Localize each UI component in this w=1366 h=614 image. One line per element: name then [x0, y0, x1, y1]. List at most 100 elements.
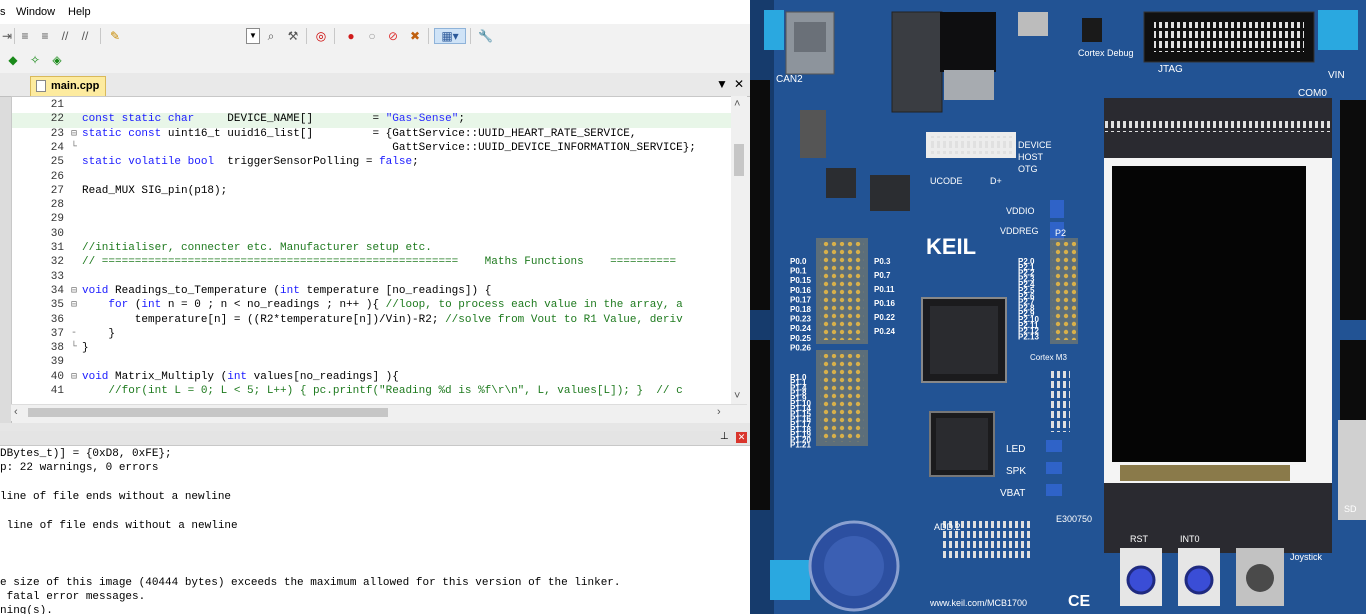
toolbar-separator	[14, 28, 15, 44]
keil-logo: KEIL	[926, 234, 976, 259]
indent-decrease-icon[interactable]: ≡	[38, 29, 52, 43]
code-line[interactable]: 28	[12, 199, 732, 213]
comment-icon[interactable]: //	[58, 29, 72, 43]
code-line[interactable]: 34 ⊟ void Readings_to_Temperature (int tem…	[12, 285, 732, 299]
output-line: fatal error messages.	[0, 591, 146, 603]
code-text: void Readings_to_Temperature (int temper…	[82, 284, 492, 297]
configure-icon[interactable]: 🔧	[478, 29, 493, 43]
breakpoint-icon[interactable]: ●	[344, 29, 358, 43]
line-number: 29	[50, 213, 64, 226]
code-line[interactable]: 35 ⊟ for (int n = 0 ; n < no_readings ; n…	[12, 299, 732, 313]
build-toolbar: ◆ ✧ ◈	[0, 48, 750, 74]
disable-all-breakpoints-icon[interactable]: ⊘	[386, 29, 400, 43]
line-number: 36	[50, 313, 64, 326]
code-text: //for(int L = 0; L < 5; L++) { pc.printf…	[108, 385, 683, 397]
editor-horizontal-scrollbar[interactable]: ‹ ›	[11, 404, 747, 421]
pin-label: P0.17	[790, 295, 811, 304]
manage-components-icon[interactable]: ✧	[28, 53, 42, 67]
horizontal-scroll-thumb[interactable]	[28, 408, 388, 417]
select-packs-icon[interactable]: ◈	[50, 53, 64, 67]
code-text: void Matrix_Multiply (int values[no_read…	[82, 370, 399, 383]
indent-icon[interactable]: ⇥	[0, 29, 14, 43]
code-line[interactable]: 26	[12, 171, 732, 185]
scroll-down-icon[interactable]: ˅	[734, 390, 740, 402]
label-cortex-debug: Cortex Debug	[1078, 48, 1134, 58]
label-ce: CE	[1068, 593, 1091, 610]
pin-label: P0.1	[790, 267, 807, 276]
crystal-chip	[870, 175, 910, 211]
line-number: 22	[50, 113, 64, 126]
scroll-up-icon[interactable]: ˄	[734, 98, 740, 110]
code-text: }	[82, 342, 89, 355]
code-line[interactable]: 37- }	[12, 328, 732, 342]
find-combo-dropdown[interactable]: ▼	[246, 28, 260, 44]
target-options-icon[interactable]: ◆	[6, 53, 20, 67]
code-line[interactable]: 24 └ GattService::UUID_DEVICE_INFORMATION…	[12, 142, 732, 156]
code-line[interactable]: 21	[12, 99, 732, 113]
window-layout-icon[interactable]: ▦▾	[434, 28, 466, 44]
uncomment-icon[interactable]: //	[78, 29, 92, 43]
panel-splitter[interactable]	[0, 423, 750, 431]
find-in-files-icon[interactable]: ✎	[108, 29, 122, 43]
scroll-left-icon[interactable]: ‹	[14, 406, 18, 418]
code-line[interactable]: 36 temperature[n] = ((R2*temperature[n])…	[12, 314, 732, 328]
fold-marker-icon[interactable]: ⊟	[69, 299, 79, 311]
code-line[interactable]: 32 // ===================================…	[12, 256, 732, 270]
vertical-scroll-thumb[interactable]	[734, 144, 744, 176]
code-text: static volatile bool triggerSensorPollin…	[82, 156, 419, 169]
code-line[interactable]: 41 //for(int L = 0; L < 5; L++) { pc.pri…	[12, 385, 732, 399]
fold-marker-icon[interactable]: ⊟	[69, 128, 79, 140]
find-icon[interactable]: ⌕	[264, 29, 278, 43]
build-output-header: ⊥ ✕	[0, 431, 750, 446]
code-line[interactable]: 38 └}	[12, 342, 732, 356]
code-line[interactable]: 39	[12, 356, 732, 370]
code-line[interactable]: 25 static volatile bool triggerSensorPoll…	[12, 156, 732, 170]
editor-vertical-scrollbar[interactable]: ˄ ˅	[731, 96, 747, 406]
code-line[interactable]: 33	[12, 271, 732, 285]
code-line[interactable]: 27 Read_MUX SIG_pin(p18);	[12, 185, 732, 199]
scroll-right-icon[interactable]: ›	[717, 406, 721, 418]
ide-window: s Window Help ⇥ ≡ ≡ // // ✎ ▼ ⌕ ⚒ ◎ ● ○ …	[0, 0, 750, 614]
build-output[interactable]: DBytes_t)] = {0xD8, 0xFE}; p: 22 warnings…	[0, 446, 750, 614]
tab-main-cpp[interactable]: main.cpp	[30, 76, 106, 96]
line-number: 41	[50, 385, 64, 397]
code-text: GattService::UUID_DEVICE_INFORMATION_SER…	[82, 141, 696, 154]
code-line[interactable]: 30	[12, 228, 732, 242]
indent-increase-icon[interactable]: ≡	[18, 29, 32, 43]
code-editor[interactable]: 21 22 const static char DEVICE_NAME[] = "G…	[11, 96, 747, 420]
line-number: 33	[50, 270, 64, 283]
line-number: 25	[50, 156, 64, 169]
code-line[interactable]: 23 ⊟ static const uint16_t uuid16_list[] =…	[12, 128, 732, 142]
incremental-find-icon[interactable]: ⚒	[286, 29, 300, 43]
pin-label: P0.15	[790, 276, 811, 285]
menu-item-window[interactable]: Window	[16, 6, 55, 18]
menu-item-tools[interactable]: s	[0, 6, 6, 18]
label-sd: SD	[1344, 504, 1357, 514]
usb-b-connector	[940, 12, 996, 72]
pin-icon[interactable]: ⊥	[720, 431, 729, 442]
com-connector	[1340, 100, 1366, 320]
menu-item-help[interactable]: Help	[68, 6, 91, 18]
menu-bar: s Window Help	[0, 0, 750, 24]
fold-marker-icon: └	[70, 141, 77, 153]
code-line[interactable]: 31 //initialiser, connecter etc. Manufact…	[12, 242, 732, 256]
code-line[interactable]: 29	[12, 213, 732, 227]
cortex-debug-header	[1082, 18, 1102, 42]
code-line[interactable]: 22 const static char DEVICE_NAME[] = "Gas…	[12, 113, 732, 128]
tab-list-dropdown-icon[interactable]: ▼	[716, 77, 728, 91]
usb-shield	[944, 70, 994, 100]
line-number: 40	[50, 370, 64, 383]
fold-marker-icon[interactable]: ⊟	[69, 371, 79, 383]
label-joystick: Joystick	[1290, 552, 1323, 562]
code-text: static const uint16_t uuid16_list[] = {G…	[82, 127, 637, 140]
code-line[interactable]: 40 ⊟ void Matrix_Multiply (int values[no_r…	[12, 371, 732, 385]
debug-session-icon[interactable]: ◎	[314, 29, 328, 43]
fold-marker-icon[interactable]: ⊟	[69, 285, 79, 297]
disable-breakpoint-icon[interactable]: ○	[365, 29, 379, 43]
label-rst: RST	[1130, 534, 1149, 544]
label-cortex-m3: Cortex M3	[1030, 353, 1067, 362]
close-icon[interactable]: ✕	[736, 432, 747, 443]
close-tab-icon[interactable]: ✕	[734, 77, 744, 91]
fold-marker-icon: -	[70, 327, 77, 339]
kill-all-breakpoints-icon[interactable]: ✖	[408, 29, 422, 43]
